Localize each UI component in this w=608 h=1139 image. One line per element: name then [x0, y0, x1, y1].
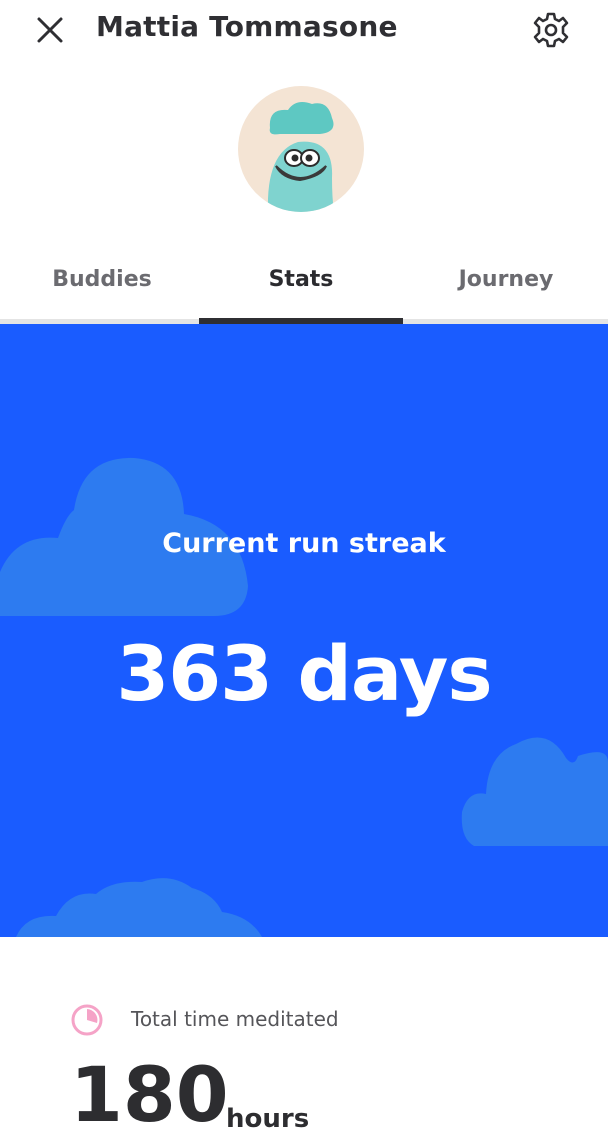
total-time-value: 180 [70, 1050, 229, 1139]
settings-button[interactable] [530, 9, 572, 51]
blob-character-avatar [267, 102, 334, 212]
close-icon [37, 17, 63, 43]
top-bar: Mattia Tommasone [0, 0, 608, 62]
total-time-section: Total time meditated 180 hours [0, 937, 608, 1134]
avatar[interactable] [238, 86, 364, 212]
gear-icon [533, 12, 569, 48]
tab-stats[interactable]: Stats [199, 244, 403, 316]
close-button[interactable] [32, 12, 68, 48]
profile-tabs: Buddies Stats Journey [0, 244, 608, 324]
streak-label: Current run streak [162, 528, 446, 559]
tab-buddies[interactable]: Buddies [0, 244, 204, 316]
pie-timer-icon [71, 1004, 103, 1036]
streak-card: Current run streak 363 days [0, 324, 608, 937]
tab-journey[interactable]: Journey [404, 244, 608, 316]
total-time-label: Total time meditated [131, 1007, 339, 1031]
page-title: Mattia Tommasone [96, 10, 398, 43]
total-time-unit: hours [226, 1104, 310, 1134]
streak-value: 363 days [116, 629, 492, 718]
